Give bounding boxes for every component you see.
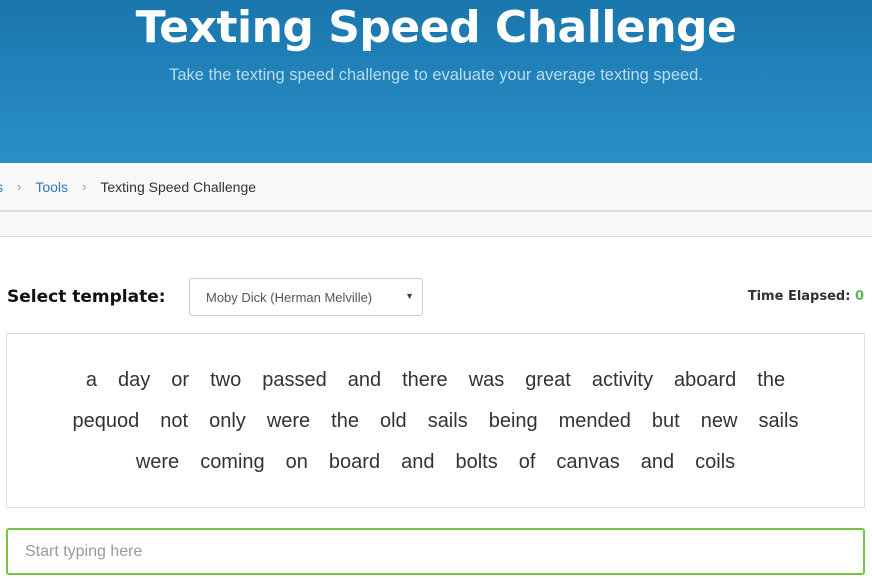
hero-header: Texting Speed Challenge Take the texting… xyxy=(0,0,872,163)
breadcrumb-item-tools[interactable]: Tools xyxy=(35,179,68,195)
passage-word: sails xyxy=(758,410,799,432)
passage-line: pequod not only were the old sails being mended b… xyxy=(7,401,864,442)
passage-word: coming xyxy=(200,451,265,473)
passage-word: only xyxy=(209,410,246,432)
passage-word: two xyxy=(210,369,242,391)
passage-word: board xyxy=(328,451,381,473)
passage-word: canvas xyxy=(556,451,620,473)
chevron-right-icon: › xyxy=(82,179,87,194)
passage-word: old xyxy=(379,410,407,432)
template-select[interactable]: Moby Dick (Herman Melville) ▼ xyxy=(189,278,423,316)
time-elapsed-label: Time Elapsed: xyxy=(747,289,855,304)
passage-word: passed xyxy=(262,369,327,391)
passage-word: but xyxy=(651,410,680,432)
passage-line: were coming on board and bolts of canvas and coil… xyxy=(7,442,864,483)
passage-word: was xyxy=(468,369,505,391)
passage-word: day xyxy=(118,369,151,391)
caret-down-icon: ▼ xyxy=(405,291,414,301)
passage-word: not xyxy=(160,410,189,432)
passage-word: mended xyxy=(558,410,631,432)
passage-word: great xyxy=(525,369,571,391)
breadcrumb: s › Tools › Texting Speed Challenge xyxy=(0,163,872,212)
typing-input[interactable] xyxy=(6,528,865,575)
passage-word: were xyxy=(135,451,180,473)
time-elapsed-value: 0 xyxy=(854,289,864,304)
passage-line: a day or two passed and there was great activity a… xyxy=(7,360,864,401)
passage-word: being xyxy=(488,410,538,432)
passage-text: a day or two passed and there was great activity a… xyxy=(6,333,865,508)
passage-word: there xyxy=(402,369,448,391)
page-subtitle: Take the texting speed challenge to eval… xyxy=(169,66,703,84)
passage-word: the xyxy=(331,410,359,432)
page-title: Texting Speed Challenge xyxy=(135,2,737,53)
selected-template: Moby Dick (Herman Melville) xyxy=(206,289,373,305)
passage-word: were xyxy=(266,410,311,432)
breadcrumb-item-current: Texting Speed Challenge xyxy=(100,178,257,195)
passage-word: and xyxy=(640,451,675,473)
passage-word: a xyxy=(85,369,98,391)
passage-word: activity xyxy=(591,369,653,391)
passage-word: aboard xyxy=(673,369,737,391)
passage-word: new xyxy=(700,410,738,432)
breadcrumb-item-previous[interactable]: s xyxy=(0,179,3,195)
passage-word: or xyxy=(171,369,190,391)
select-template-label: Select template: xyxy=(7,287,166,307)
passage-word: pequod xyxy=(72,410,140,432)
passage-word: and xyxy=(401,451,435,473)
time-elapsed: Time Elapsed: 0 xyxy=(748,289,864,304)
passage-word: sails xyxy=(427,410,468,432)
chevron-right-icon: › xyxy=(17,179,22,194)
passage-word: and xyxy=(347,369,382,391)
passage-word: coils xyxy=(695,451,736,473)
passage-word: the xyxy=(757,369,786,391)
passage-word: on xyxy=(285,451,308,473)
divider-band xyxy=(0,212,872,237)
passage-word: bolts xyxy=(455,451,498,473)
passage-word: of xyxy=(518,451,536,473)
